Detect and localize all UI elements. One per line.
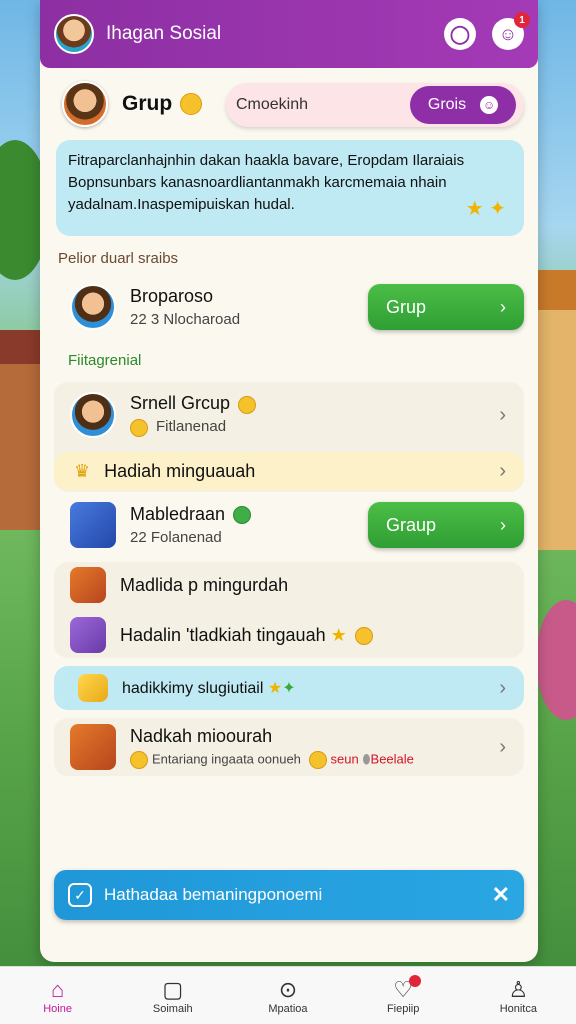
close-icon[interactable]: ✕	[492, 882, 510, 908]
row-subtitle: Entariang ingaata oonueh seun ⬮Beelale	[130, 750, 524, 769]
crown-icon	[78, 674, 108, 702]
chevron-right-icon: ›	[500, 296, 506, 317]
egg-icon: ⬮	[362, 750, 371, 766]
user-icon: ♙	[508, 976, 529, 1002]
list-item[interactable]: Nadkah mioourah Entariang ingaata oonueh…	[56, 720, 524, 774]
group-title: Grup	[122, 92, 173, 115]
crown-icon: ♛	[74, 460, 91, 481]
row-title: Nadkah mioourah	[130, 725, 273, 746]
home-icon: ⌂	[50, 976, 65, 1002]
list-item[interactable]: Madlida p mingurdah	[56, 564, 524, 606]
smile-emoji-icon	[238, 395, 257, 414]
list-item[interactable]: Broparoso 22 3 Nlocharoad Grup ›	[56, 282, 524, 332]
background-house-right	[532, 270, 576, 550]
face-icon: ☺	[480, 96, 499, 114]
user-avatar-icon	[70, 284, 116, 330]
nav-label: Hoine	[43, 1002, 72, 1015]
join-group-label: Graup	[386, 514, 437, 535]
chevron-right-icon: ›	[499, 735, 506, 758]
profile-icon[interactable]: ☺ 1	[492, 12, 530, 50]
info-text: Fitraparclanhajnhin dakan haakla bavare,…	[68, 152, 465, 213]
banner-text: Hathadaa bemaningponoemi	[104, 885, 323, 904]
row-title: Hadiah minguauah	[104, 460, 256, 481]
profile-avatar[interactable]	[54, 14, 94, 54]
section-label-2: Fiitagrenial	[68, 352, 142, 369]
row-title: Srnell Grcup	[130, 393, 524, 414]
smile-emoji-icon	[130, 750, 148, 769]
toolbox-icon	[70, 502, 116, 548]
check-icon: ✓	[68, 883, 92, 907]
star-decoration-icon: ★ ✦	[465, 198, 506, 220]
list-item[interactable]: hadikkimy slugiutiail ★✦ ›	[56, 666, 524, 710]
notification-dot	[409, 974, 422, 987]
app-title: Ihagan Sosial	[106, 23, 222, 44]
search-placeholder: Cmoekinh	[236, 96, 309, 113]
nav-profile[interactable]: ♙ Honitca	[478, 977, 558, 1015]
nav-label: Honitca	[499, 1002, 537, 1015]
app-header: Ihagan Sosial ◯ ☺ 1	[40, 0, 538, 68]
chevron-right-icon: ›	[499, 403, 506, 426]
join-group-label: Grup	[386, 296, 427, 317]
info-box: Fitraparclanhajnhin dakan haakla bavare,…	[56, 140, 524, 236]
nav-home[interactable]: ⌂ Hoine	[18, 977, 98, 1015]
leaf-icon: ✦	[282, 680, 296, 697]
join-group-button[interactable]: Graup ›	[368, 502, 524, 548]
chevron-right-icon: ›	[500, 514, 506, 535]
chat-icon[interactable]: ◯	[444, 18, 476, 50]
section-label-1: Pelior duarl sraibs	[58, 250, 179, 267]
notification-badge: 1	[514, 12, 530, 28]
background-flowers	[536, 600, 576, 720]
row-subtitle: Fitlanenad	[130, 418, 524, 437]
nav-label: Soimaih	[152, 1002, 193, 1015]
row-title: Hadalin 'tladkiah tingauah ★	[120, 625, 524, 646]
chest-icon	[70, 567, 106, 603]
row-title: Madlida p mingurdah	[120, 574, 289, 595]
nav-search[interactable]: ▢ Soimaih	[133, 977, 213, 1015]
gift-icon	[70, 617, 106, 653]
nav-label: Fiepiip	[386, 1002, 420, 1015]
smile-emoji-icon	[130, 418, 148, 437]
group-action-label: Grois	[427, 96, 467, 113]
smile-emoji-icon	[308, 750, 327, 769]
list-item[interactable]: Mabledraan 22 Folanenad Graup ›	[56, 500, 524, 550]
group-avatar	[62, 81, 108, 127]
chevron-right-icon: ›	[499, 676, 506, 699]
smile-emoji-icon	[354, 626, 373, 645]
smile-emoji-icon	[180, 93, 203, 115]
nav-favorites[interactable]: ♡ Fiepiip	[363, 974, 443, 1015]
list-item[interactable]: Hadalin 'tladkiah tingauah ★	[56, 614, 524, 656]
background-house-left	[0, 330, 44, 530]
notification-banner[interactable]: ✓ Hathadaa bemaningponoemi ✕	[54, 870, 524, 920]
document-icon: ▢	[162, 976, 184, 1002]
gift-box-icon	[70, 724, 116, 770]
bottom-navigation: ⌂ Hoine ▢ Soimaih ⊙ Mpatioa ♡ Fiepiip ♙ …	[0, 966, 576, 1024]
chevron-right-icon: ›	[499, 459, 506, 482]
join-group-button[interactable]: Grup ›	[368, 284, 524, 330]
row-title: hadikkimy slugiutiail ★✦	[122, 680, 296, 697]
group-action-button[interactable]: Grois ☺	[410, 86, 516, 124]
user-avatar-icon	[70, 392, 116, 438]
green-emoji-icon	[233, 506, 252, 525]
dots-icon: ⊙	[278, 976, 298, 1002]
star-icon: ★	[330, 624, 347, 645]
star-icon: ★	[267, 680, 283, 697]
nav-label: Mpatioa	[268, 1002, 308, 1015]
list-item[interactable]: ♛ Hadiah minguauah ›	[56, 452, 524, 490]
list-item[interactable]: Srnell Grcup Fitlanenad ›	[56, 388, 524, 442]
nav-messages[interactable]: ⊙ Mpatioa	[248, 977, 328, 1015]
